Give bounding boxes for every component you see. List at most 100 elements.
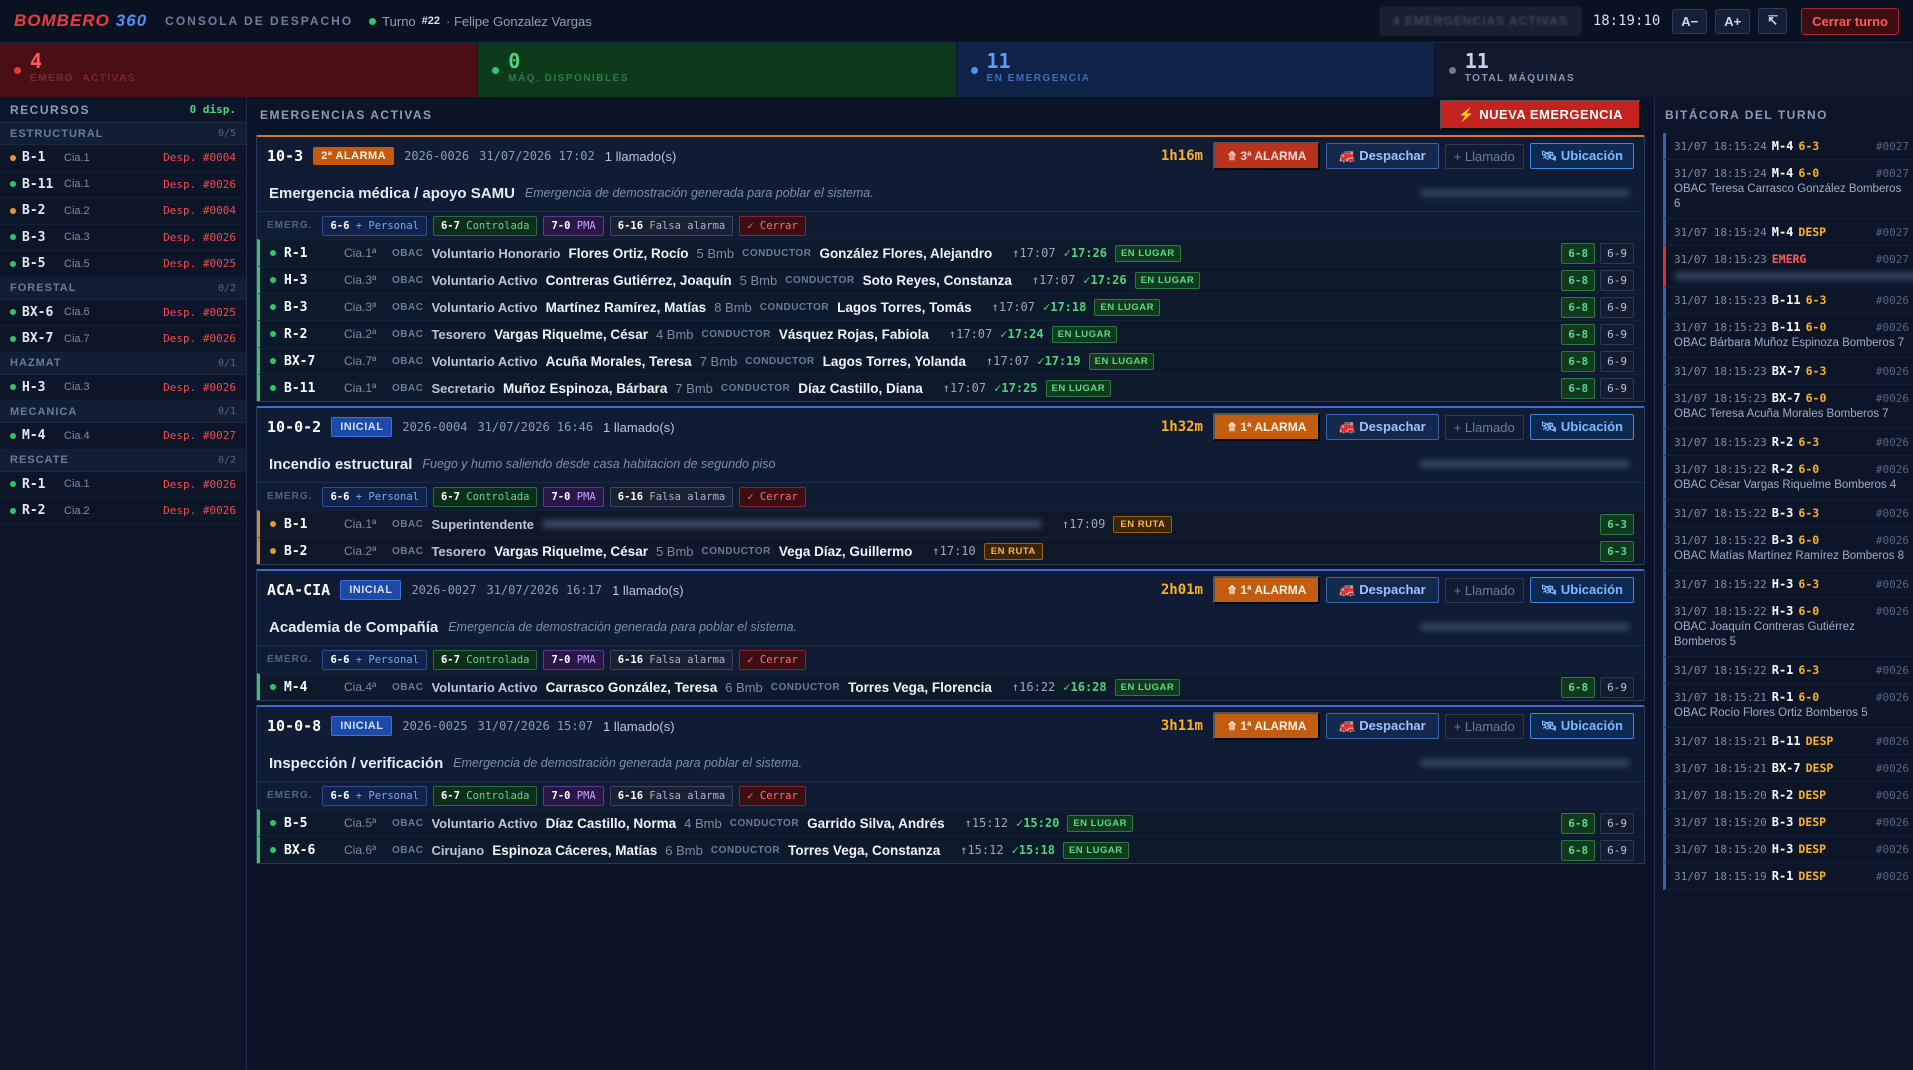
unit-code-button-6-3[interactable]: 6-3 [1600,540,1634,562]
log-unit: R-1 [1771,869,1794,883]
code-6-7-chip[interactable]: 6-7 Controlada [432,215,538,236]
close-shift-button[interactable]: Cerrar turno [1801,7,1899,35]
code-6-7-chip[interactable]: 6-7 Controlada [432,649,538,670]
emergency-number: 2026-0026 [404,149,470,163]
code-6-16-chip[interactable]: 6-16 Falsa alarma [609,215,734,236]
resource-unit[interactable]: B-5 Cia.5 Desp. #0025 [0,251,246,278]
code-6-7-chip[interactable]: 6-7 Controlada [432,486,538,507]
raise-alarm-button[interactable]: ⤊ 1ª ALARMA [1213,413,1321,441]
close-emergency-button[interactable]: ✓ Cerrar [739,486,806,507]
unit-code-button-6-9[interactable]: 6-9 [1600,377,1634,399]
resource-unit[interactable]: B-11 Cia.1 Desp. #0026 [0,172,246,198]
unit-code-button-6-9[interactable]: 6-9 [1600,839,1634,861]
code-7-0-chip[interactable]: 7-0 PMA [543,785,604,806]
font-increase-button[interactable]: A+ [1715,8,1751,34]
code-6-6-chip[interactable]: 6-6 + Personal [322,215,427,236]
log-emergency-ref: #0027 [1875,166,1909,180]
raise-alarm-button[interactable]: ⤊ 3ª ALARMA [1213,142,1321,170]
resource-unit[interactable]: B-2 Cia.2 Desp. #0004 [0,198,246,225]
add-call-button[interactable]: + Llamado [1444,414,1524,440]
stat-dot [492,67,500,74]
obac-label: OBAC [392,355,424,367]
obac-label: OBAC [392,518,424,530]
code-7-0-chip[interactable]: 7-0 PMA [543,215,604,236]
location-button[interactable]: 🛰 Ubicación [1529,713,1634,739]
conductor-label: CONDUCTOR [770,681,841,693]
log-emergency-ref: #0026 [1875,533,1909,547]
unit-code-button-6-8[interactable]: 6-8 [1561,296,1596,318]
resource-unit[interactable]: BX-6 Cia.6 Desp. #0025 [0,300,246,326]
group-name: HAZMAT [10,357,62,369]
log-emergency-ref: #0027 [1875,139,1909,153]
redacted-officer [542,520,1043,528]
unit-company: Cia.1ª [344,517,377,531]
unit-code-button-6-8[interactable]: 6-8 [1561,676,1596,698]
unit-code-button-6-9[interactable]: 6-9 [1600,812,1634,834]
dispatch-button[interactable]: 🚒 Despachar [1326,143,1439,169]
code-6-16-chip[interactable]: 6-16 Falsa alarma [609,785,734,806]
unit-code-button-6-9[interactable]: 6-9 [1600,350,1634,372]
code-7-0-chip[interactable]: 7-0 PMA [543,486,604,507]
font-decrease-button[interactable]: A− [1672,8,1708,34]
departure-time: ↑17:07 [985,354,1030,368]
close-emergency-button[interactable]: ✓ Cerrar [739,215,806,236]
log-entry-top: 31/07 18:15:22 R-2 6-0 #0026 [1674,462,1909,476]
unit-code-button-6-9[interactable]: 6-9 [1600,269,1634,291]
unit-actions: 6-8 6-9 [1561,350,1634,372]
close-emergency-button[interactable]: ✓ Cerrar [739,785,806,806]
group-count: 0/5 [217,128,236,139]
unit-code-button-6-9[interactable]: 6-9 [1600,242,1634,264]
unit-code-button-6-9[interactable]: 6-9 [1600,323,1634,345]
unit-code-button-6-8[interactable]: 6-8 [1561,377,1596,399]
driver-name: Lagos Torres, Yolanda [822,353,966,369]
code-6-6-chip[interactable]: 6-6 + Personal [322,785,427,806]
log-entry-top: 31/07 18:15:19 R-1 DESP #0026 [1674,869,1909,883]
add-call-button[interactable]: + Llamado [1444,713,1524,739]
location-button[interactable]: 🛰 Ubicación [1529,143,1634,169]
log-emergency-ref: #0026 [1875,690,1909,704]
close-emergency-button[interactable]: ✓ Cerrar [739,649,806,670]
location-button[interactable]: 🛰 Ubicación [1529,414,1634,440]
log-entry-top: 31/07 18:15:23 BX-7 6-0 #0026 [1674,391,1909,405]
code-6-16-chip[interactable]: 6-16 Falsa alarma [609,486,734,507]
add-call-button[interactable]: + Llamado [1444,577,1524,603]
unit-code-button-6-8[interactable]: 6-8 [1561,812,1596,834]
unit-state-badge: EN LUGAR [1045,379,1112,397]
unit-code-button-6-8[interactable]: 6-8 [1561,269,1596,291]
code-6-7-chip[interactable]: 6-7 Controlada [432,785,538,806]
log-emergency-ref: #0026 [1875,663,1909,677]
raise-alarm-button[interactable]: ⤊ 1ª ALARMA [1213,712,1321,740]
log-entry: 31/07 18:15:21 R-1 6-0 #0026 OBAC Rocío Flor… [1663,684,1913,728]
dispatch-button[interactable]: 🚒 Despachar [1326,577,1439,603]
unit-code-button-6-8[interactable]: 6-8 [1561,350,1596,372]
resource-unit[interactable]: R-1 Cia.1 Desp. #0026 [0,472,246,498]
log-timestamp: 31/07 18:15:22 [1674,604,1767,618]
unit-code-button-6-8[interactable]: 6-8 [1561,242,1596,264]
code-6-16-chip[interactable]: 6-16 Falsa alarma [609,649,734,670]
code-6-6-chip[interactable]: 6-6 + Personal [322,486,427,507]
location-button[interactable]: 🛰 Ubicación [1529,577,1634,603]
resource-unit[interactable]: H-3 Cia.3 Desp. #0026 [0,375,246,401]
add-call-button[interactable]: + Llamado [1444,143,1524,169]
unit-code-button-6-3[interactable]: 6-3 [1600,513,1634,535]
raise-alarm-button[interactable]: ⤊ 1ª ALARMA [1213,576,1321,604]
new-emergency-button[interactable]: ⚡ NUEVA EMERGENCIA [1440,100,1641,130]
unit-code-button-6-8[interactable]: 6-8 [1561,839,1596,861]
resource-unit[interactable]: M-4 Cia.4 Desp. #0027 [0,423,246,450]
expand-icon[interactable]: ↸ [1758,8,1788,34]
resource-unit[interactable]: BX-7 Cia.7 Desp. #0026 [0,326,246,353]
unit-code-button-6-8[interactable]: 6-8 [1561,323,1596,345]
resource-unit[interactable]: B-3 Cia.3 Desp. #0026 [0,225,246,251]
code-7-0-chip[interactable]: 7-0 PMA [543,649,604,670]
unit-name: B-11 [22,176,54,192]
resource-unit[interactable]: R-2 Cia.2 Desp. #0026 [0,498,246,525]
code-6-6-chip[interactable]: 6-6 + Personal [322,649,427,670]
unit-code-button-6-9[interactable]: 6-9 [1600,676,1634,698]
arrival-time: ✓17:25 [994,381,1038,395]
resource-unit[interactable]: B-1 Cia.1 Desp. #0004 [0,145,246,172]
shift-user: · Felipe Gonzalez Vargas [446,13,592,29]
unit-code-button-6-9[interactable]: 6-9 [1600,296,1634,318]
dispatch-button[interactable]: 🚒 Despachar [1326,713,1439,739]
emergency-code: 10-0-8 [267,717,322,735]
dispatch-button[interactable]: 🚒 Despachar [1326,414,1439,440]
